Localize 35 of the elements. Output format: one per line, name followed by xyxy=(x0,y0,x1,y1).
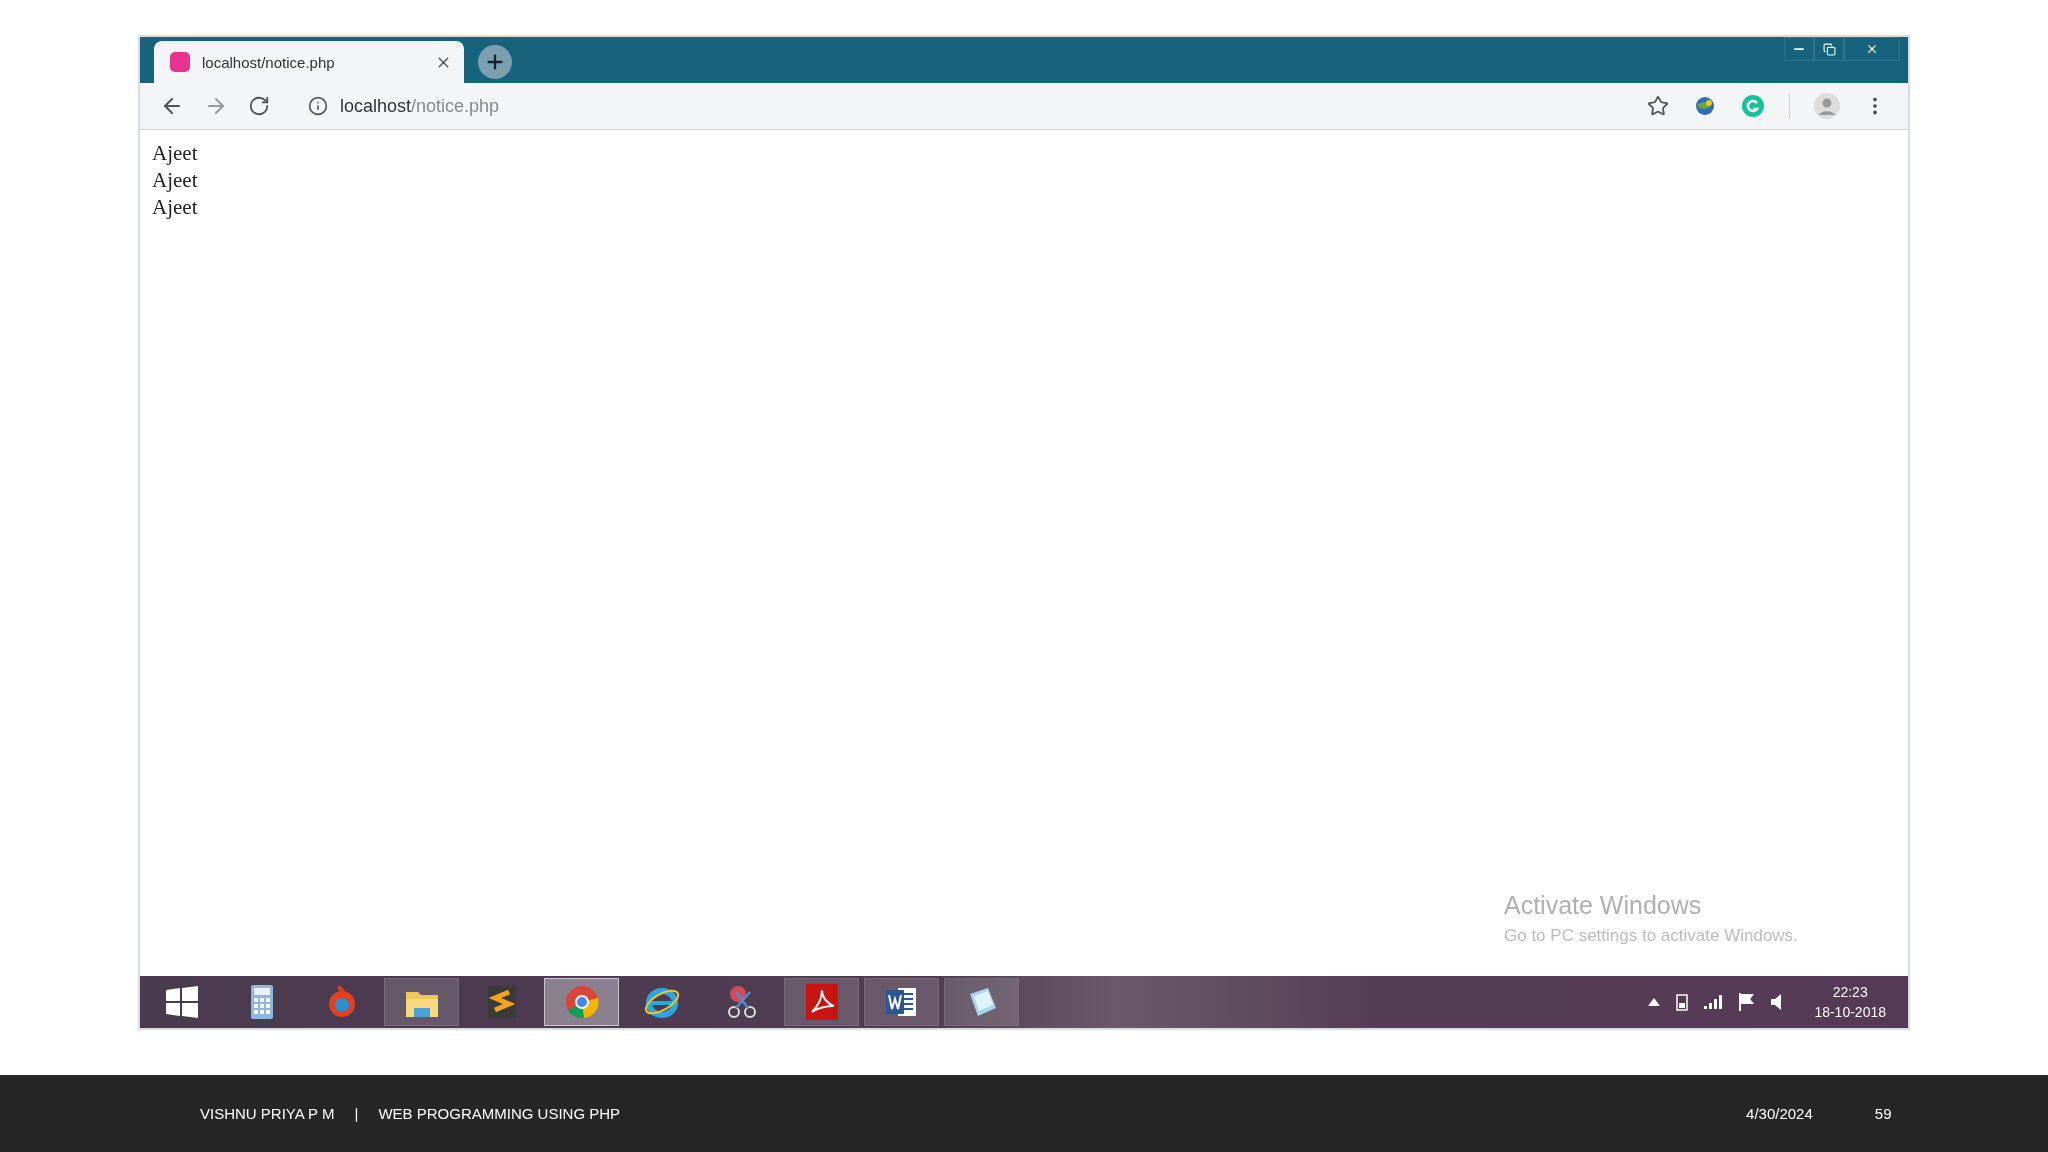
minimize-button[interactable] xyxy=(1784,37,1814,61)
page-text: Ajeet xyxy=(152,140,199,167)
tab-title: localhost/notice.php xyxy=(202,53,336,71)
page-number: 59 xyxy=(1874,1105,1892,1122)
footer-date: 4/30/2024 xyxy=(1746,1105,1813,1122)
address-field[interactable]: localhost/notice.php xyxy=(340,95,500,117)
flag-icon[interactable] xyxy=(1738,993,1755,1011)
browser-tab[interactable]: localhost/notice.php xyxy=(154,41,464,83)
close-icon xyxy=(1865,42,1879,56)
page-text: Ajeet xyxy=(152,167,199,194)
activation-message: Go to PC settings to activate Windows. xyxy=(1504,926,1798,946)
signal-bars-icon[interactable] xyxy=(1704,995,1723,1009)
site-icon xyxy=(170,52,190,72)
footer-title: WEB PROGRAMMING USING PHP xyxy=(378,1105,621,1122)
profile-avatar-icon[interactable] xyxy=(1814,93,1840,119)
clock-time: 22:23 xyxy=(1832,983,1868,1002)
page-text: Ajeet xyxy=(152,194,199,221)
battery-icon[interactable] xyxy=(1676,993,1689,1011)
reload-button[interactable] xyxy=(248,95,270,117)
bookmark-star-icon[interactable] xyxy=(1647,95,1669,117)
activation-title: Activate Windows xyxy=(1504,891,1703,920)
taskbar-app-button[interactable] xyxy=(784,978,859,1026)
taskbar-app-button[interactable] xyxy=(384,978,459,1026)
restore-button[interactable] xyxy=(1814,37,1844,61)
caret-up-icon[interactable] xyxy=(1648,998,1661,1006)
footer-separator: | xyxy=(354,1105,359,1122)
restore-icon xyxy=(1822,42,1836,56)
footer-author: VISHNU PRIYA P M xyxy=(200,1105,335,1122)
taskbar-app-button[interactable] xyxy=(944,978,1019,1026)
new-tab-button[interactable] xyxy=(478,45,512,79)
info-icon[interactable] xyxy=(308,96,328,116)
globe-extension-icon[interactable] xyxy=(1693,94,1717,118)
taskbar-app-button[interactable] xyxy=(864,978,939,1026)
clock-date: 18-10-2018 xyxy=(1814,1003,1886,1022)
clock[interactable]: 22:23 18-10-2018 xyxy=(1814,982,1886,1022)
